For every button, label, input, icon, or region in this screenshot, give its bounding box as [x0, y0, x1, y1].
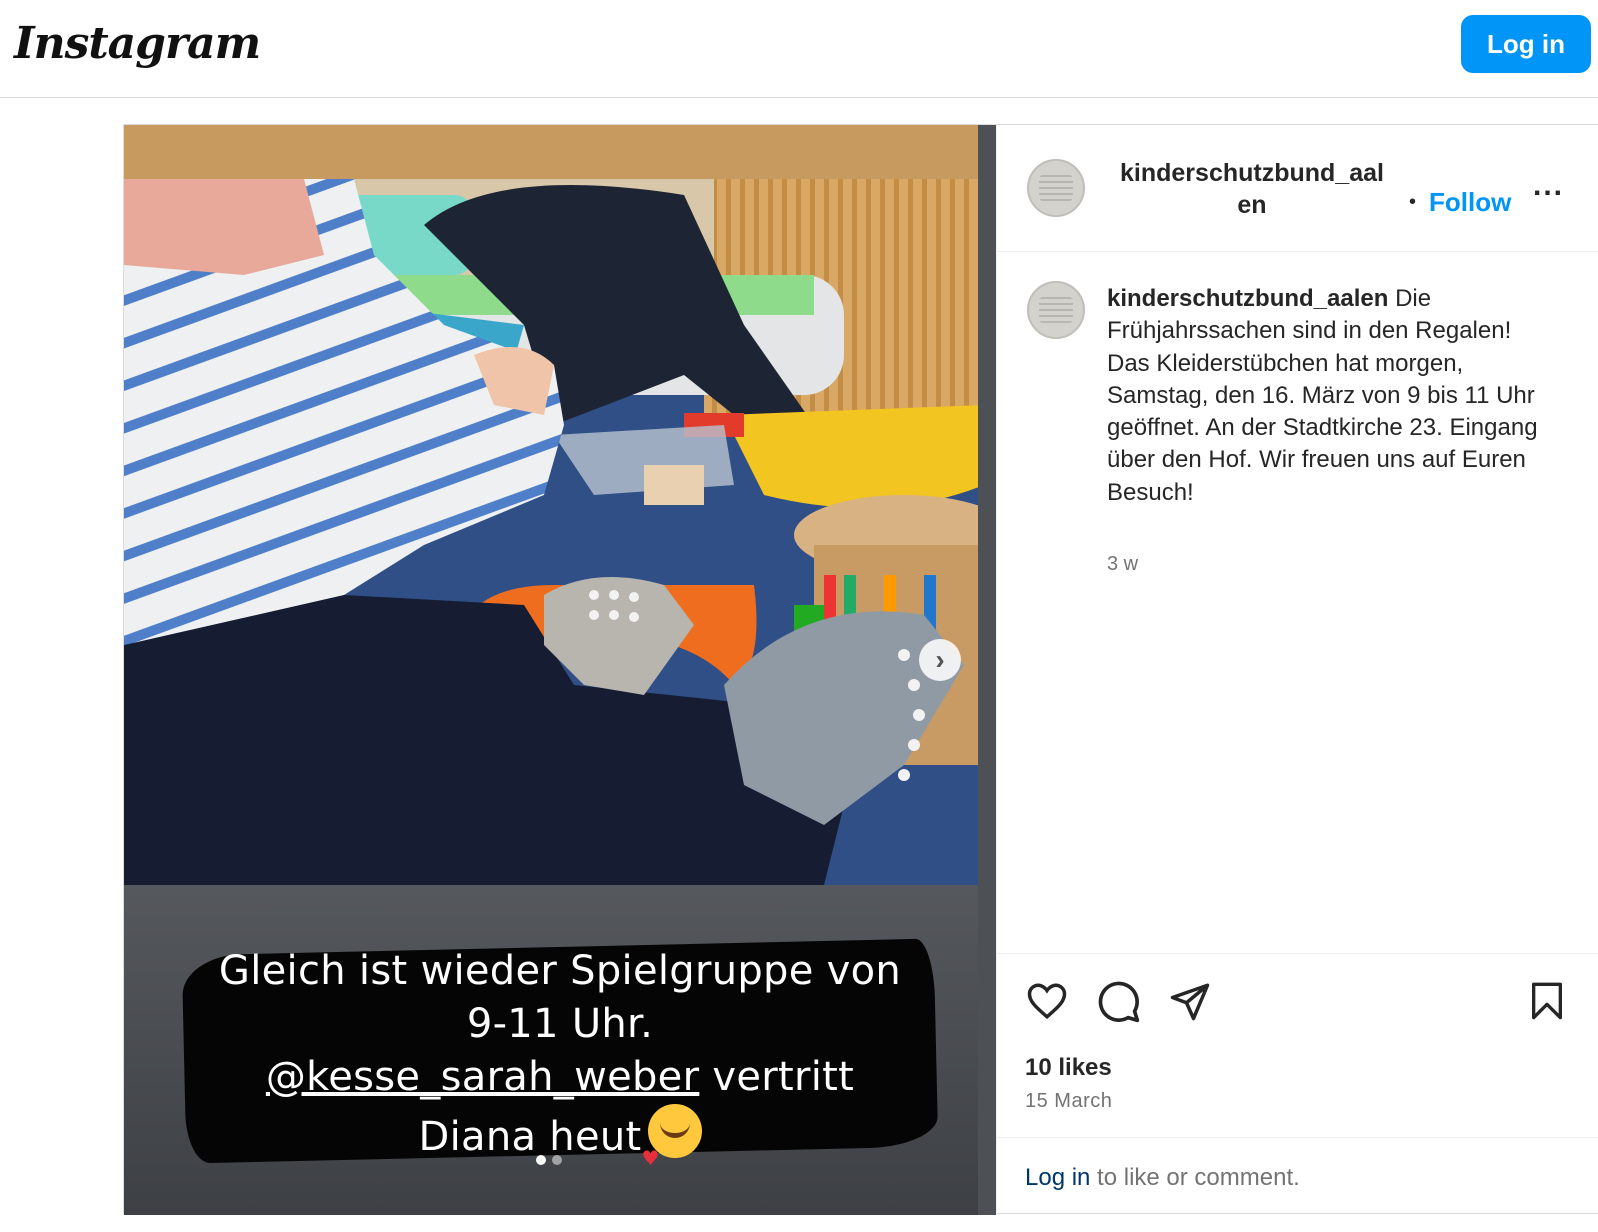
comment-icon[interactable]	[1097, 980, 1141, 1024]
smiling-face-with-hearts-icon	[642, 1104, 702, 1185]
login-prompt: Log in to like or comment.	[997, 1137, 1598, 1215]
overlay-mention: @kesse_sarah_weber	[265, 1054, 700, 1100]
bookmark-icon[interactable]	[1527, 980, 1567, 1022]
more-icon[interactable]: ...	[1533, 169, 1564, 203]
overlay-line-4: Diana heut	[184, 1104, 936, 1185]
story-overlay-text: Gleich ist wieder Spielgruppe von 9-11 U…	[181, 933, 939, 1185]
login-link[interactable]: Log in	[1025, 1164, 1090, 1191]
share-icon[interactable]	[1169, 980, 1211, 1022]
caption-avatar[interactable]	[1027, 281, 1085, 339]
heart-icon[interactable]	[1025, 980, 1069, 1022]
overlay-line-4-text: Diana heut	[418, 1114, 642, 1160]
likes-count[interactable]: 10 likes	[1025, 1054, 1112, 1082]
overlay-line-3: @kesse_sarah_weber vertritt	[184, 1051, 936, 1104]
login-button[interactable]: Log in	[1461, 15, 1591, 73]
post-header: kinderschutzbund_aal en • Follow ...	[997, 125, 1598, 252]
overlay-line-2: 9-11 Uhr.	[466, 1001, 654, 1047]
caption-username[interactable]: kinderschutzbund_aalen	[1107, 285, 1388, 312]
login-prompt-text: to like or comment.	[1090, 1164, 1300, 1191]
separator-dot: •	[1409, 191, 1417, 213]
post-date[interactable]: 15 March	[1025, 1090, 1112, 1113]
post-container: Gleich ist wieder Spielgruppe von 9-11 U…	[123, 124, 1598, 1215]
avatar[interactable]	[1027, 159, 1085, 217]
header-username-line-1[interactable]: kinderschutzbund_aal	[1107, 157, 1397, 189]
post-caption: kinderschutzbund_aalen Die Frühjahrssach…	[1107, 283, 1557, 509]
instagram-logo[interactable]: Instagram	[14, 18, 261, 69]
top-bar: Instagram Log in	[0, 0, 1598, 98]
overlay-line-1: Gleich ist wieder Spielgruppe von	[218, 948, 902, 994]
post-media[interactable]: Gleich ist wieder Spielgruppe von 9-11 U…	[124, 125, 996, 1215]
caption-text: Die Frühjahrssachen sind in den Regalen!…	[1107, 285, 1538, 506]
chevron-right-icon[interactable]: ›	[919, 639, 961, 681]
header-username[interactable]: kinderschutzbund_aal en	[1107, 157, 1397, 221]
follow-button[interactable]: Follow	[1429, 187, 1511, 218]
caption-timestamp[interactable]: 3 w	[1107, 553, 1138, 576]
post-details-panel: kinderschutzbund_aal en • Follow ... kin…	[996, 125, 1598, 1215]
header-username-line-2[interactable]: en	[1107, 189, 1397, 221]
post-actions: 10 likes 15 March	[997, 953, 1598, 1139]
overlay-line-3-rest: vertritt	[699, 1054, 855, 1100]
